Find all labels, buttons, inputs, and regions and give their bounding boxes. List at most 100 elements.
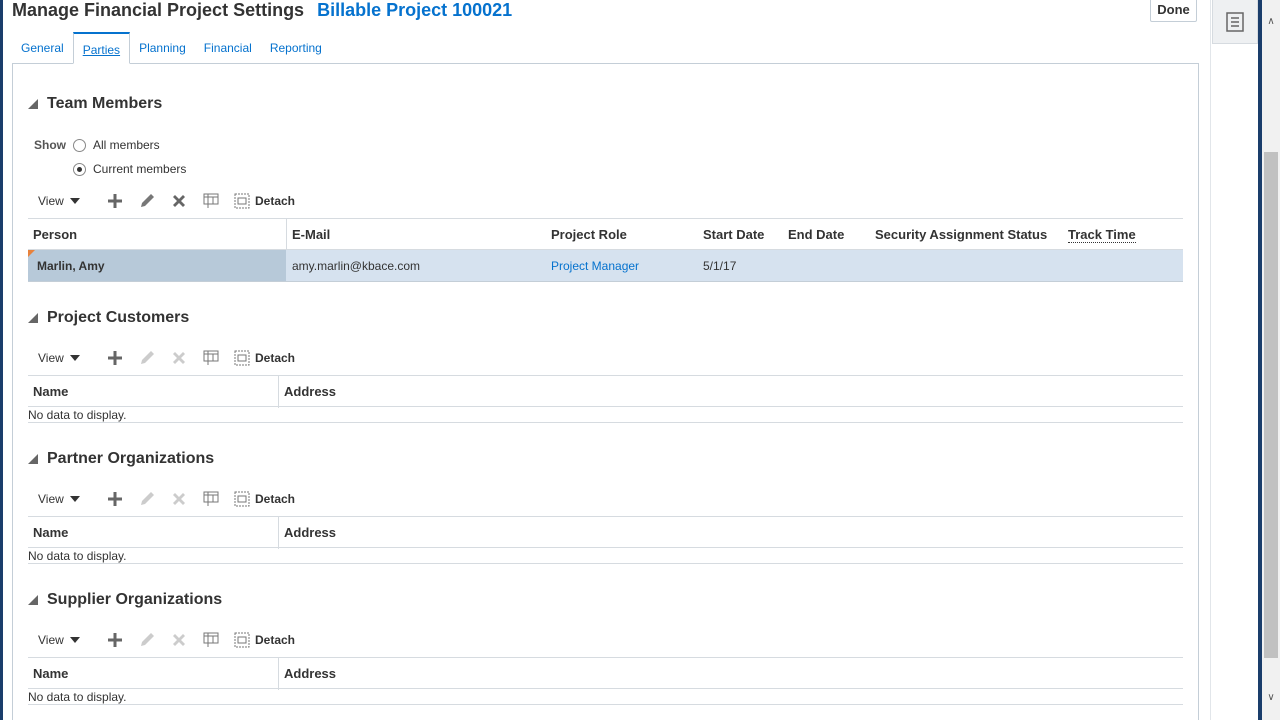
detach-icon: [234, 632, 250, 648]
collapse-icon[interactable]: [28, 454, 38, 464]
collapse-icon[interactable]: [28, 595, 38, 605]
supplier-organizations-table: Name Address No data to display.: [28, 657, 1183, 705]
chevron-down-icon: [69, 496, 80, 502]
supplier-organizations-header[interactable]: Supplier Organizations: [28, 591, 222, 609]
done-button[interactable]: Done: [1150, 0, 1197, 22]
freeze-icon[interactable]: [202, 631, 220, 649]
column-header-start-date[interactable]: Start Date: [703, 227, 764, 242]
cell-start-date: 5/1/17: [703, 259, 737, 273]
radio-button[interactable]: [73, 138, 86, 152]
page-title: Manage Financial Project Settings: [12, 0, 305, 20]
cell-project-role-link[interactable]: Project Manager: [551, 259, 639, 273]
page-header: Manage Financial Project Settings Billab…: [12, 0, 512, 24]
freeze-icon[interactable]: [202, 349, 220, 367]
column-header-track-time[interactable]: Track Time: [1068, 227, 1136, 243]
tab-planning[interactable]: Planning: [130, 32, 195, 64]
table-header: Person E-Mail Project Role Start Date En…: [28, 218, 1183, 251]
view-menu[interactable]: View: [38, 351, 106, 365]
column-header-name[interactable]: Name: [33, 666, 68, 681]
add-icon[interactable]: [106, 490, 124, 508]
section-title: Project Customers: [47, 309, 190, 326]
view-menu[interactable]: View: [38, 633, 106, 647]
column-divider: [278, 517, 279, 549]
view-label: View: [38, 351, 64, 365]
chevron-down-icon: [69, 637, 80, 643]
delete-icon: [170, 631, 188, 649]
column-header-address[interactable]: Address: [284, 525, 336, 540]
column-header-address[interactable]: Address: [284, 384, 336, 399]
project-customers-table: Name Address No data to display.: [28, 375, 1183, 423]
column-header-name[interactable]: Name: [33, 525, 68, 540]
collapse-icon[interactable]: [28, 99, 38, 109]
detach-icon: [234, 491, 250, 507]
view-menu[interactable]: View: [38, 492, 106, 506]
collapse-icon[interactable]: [28, 313, 38, 323]
edit-icon[interactable]: [138, 192, 156, 210]
chevron-down-icon: [69, 355, 80, 361]
detach-label: Detach: [255, 633, 296, 647]
radio-all-members[interactable]: All members: [73, 138, 160, 152]
partner-organizations-table: Name Address No data to display.: [28, 516, 1183, 564]
team-members-header[interactable]: Team Members: [28, 95, 162, 113]
radio-current-members[interactable]: Current members: [73, 162, 186, 176]
add-icon[interactable]: [106, 349, 124, 367]
radio-label: All members: [93, 138, 160, 152]
row-flag-icon: [28, 250, 35, 257]
tab-bar: General Parties Planning Financial Repor…: [12, 32, 331, 64]
radio-button[interactable]: [73, 162, 86, 176]
partner-organizations-header[interactable]: Partner Organizations: [28, 450, 214, 468]
detach-label: Detach: [255, 194, 296, 208]
window-left-edge: [0, 0, 3, 720]
column-header-address[interactable]: Address: [284, 666, 336, 681]
freeze-icon[interactable]: [202, 490, 220, 508]
column-header-name[interactable]: Name: [33, 384, 68, 399]
view-label: View: [38, 492, 64, 506]
cell-person: Marlin, Amy: [37, 259, 105, 273]
tab-reporting[interactable]: Reporting: [261, 32, 331, 64]
scroll-down-icon[interactable]: ∨: [1265, 692, 1277, 704]
view-menu[interactable]: View: [38, 194, 106, 208]
table-row[interactable]: Marlin, Amy amy.marlin@kbace.com Project…: [28, 250, 1183, 282]
customers-toolbar: View Detach: [38, 347, 295, 369]
column-divider: [286, 219, 287, 251]
cell-email: amy.marlin@kbace.com: [292, 259, 420, 273]
column-header-project-role[interactable]: Project Role: [551, 227, 627, 242]
table-header: Name Address: [28, 516, 1183, 549]
detach-button[interactable]: Detach: [234, 193, 295, 209]
tab-parties[interactable]: Parties: [72, 32, 131, 64]
team-members-table: Person E-Mail Project Role Start Date En…: [28, 218, 1183, 282]
detach-button[interactable]: Detach: [234, 632, 295, 648]
edit-icon: [138, 631, 156, 649]
table-header: Name Address: [28, 375, 1183, 408]
empty-message: No data to display.: [28, 548, 1183, 564]
detach-button[interactable]: Detach: [234, 350, 295, 366]
team-toolbar: View Detach: [38, 190, 295, 212]
project-customers-header[interactable]: Project Customers: [28, 309, 189, 327]
panel-drawer-tab[interactable]: [1212, 0, 1258, 44]
page-icon: [1226, 11, 1244, 32]
add-icon[interactable]: [106, 631, 124, 649]
detach-button[interactable]: Detach: [234, 491, 295, 507]
tab-financial[interactable]: Financial: [195, 32, 261, 64]
view-label: View: [38, 633, 64, 647]
section-title: Partner Organizations: [47, 450, 215, 467]
empty-message: No data to display.: [28, 407, 1183, 423]
add-icon[interactable]: [106, 192, 124, 210]
column-header-security-status[interactable]: Security Assignment Status: [875, 227, 1047, 242]
detach-label: Detach: [255, 492, 296, 506]
show-label: Show: [34, 138, 66, 152]
column-header-email[interactable]: E-Mail: [292, 227, 330, 242]
section-title: Team Members: [47, 95, 163, 112]
scroll-up-icon[interactable]: ∧: [1265, 16, 1277, 28]
freeze-icon[interactable]: [202, 192, 220, 210]
column-header-person[interactable]: Person: [33, 227, 77, 242]
delete-icon[interactable]: [170, 192, 188, 210]
scrollbar-thumb[interactable]: [1264, 152, 1278, 658]
radio-label: Current members: [93, 162, 187, 176]
delete-icon: [170, 349, 188, 367]
tab-general[interactable]: General: [12, 32, 73, 64]
vertical-scrollbar[interactable]: ∧ ∨: [1262, 0, 1280, 720]
partners-toolbar: View Detach: [38, 488, 295, 510]
column-header-end-date[interactable]: End Date: [788, 227, 844, 242]
delete-icon: [170, 490, 188, 508]
